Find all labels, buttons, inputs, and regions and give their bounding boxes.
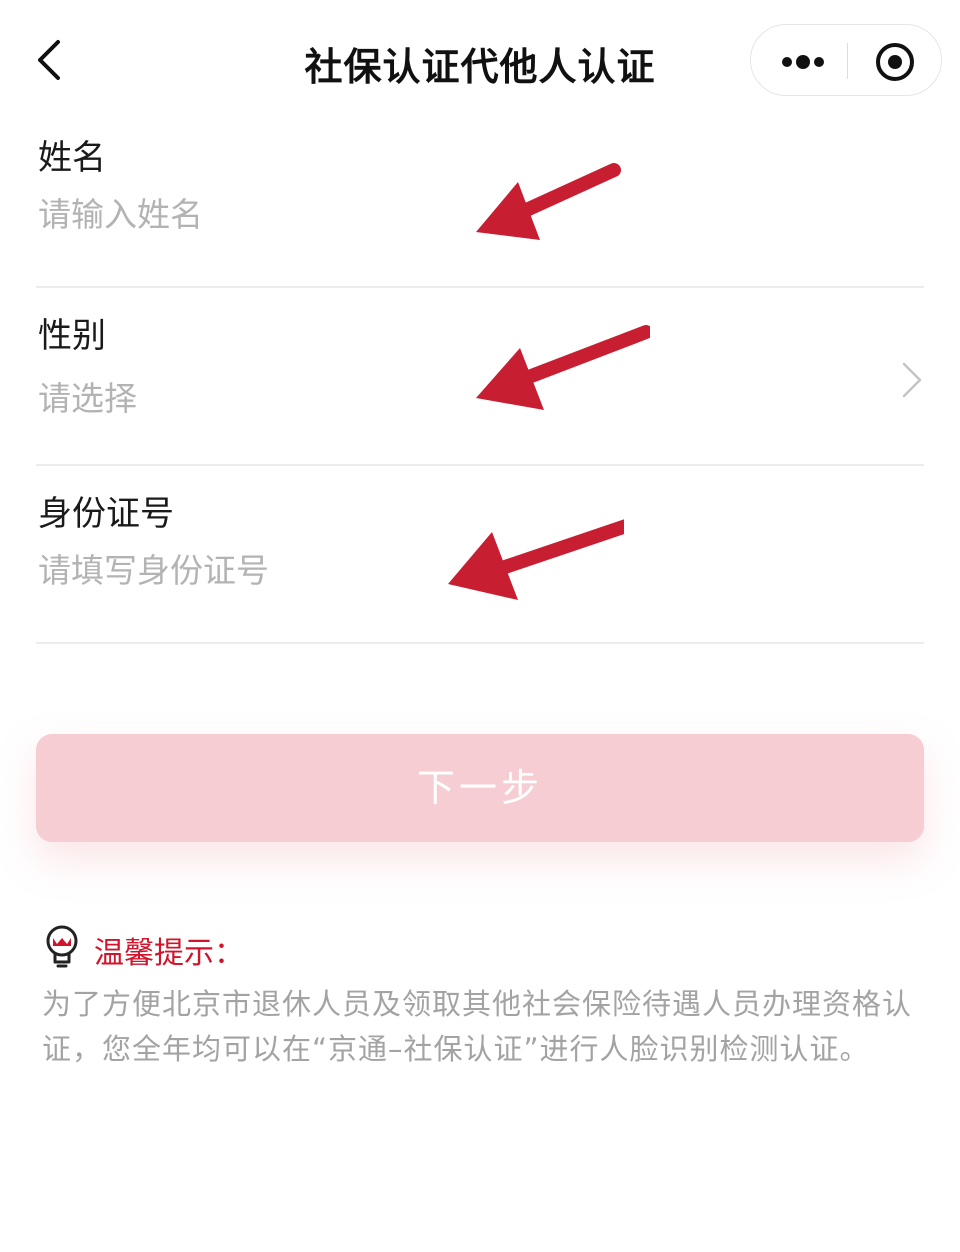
gender-field[interactable]: 性别 请选择: [36, 288, 924, 466]
close-button[interactable]: [855, 25, 935, 97]
gender-select[interactable]: 请选择: [38, 372, 137, 420]
capsule-divider: [847, 43, 848, 79]
tips-title: 温馨提示：: [94, 936, 244, 971]
name-input[interactable]: [36, 186, 860, 242]
name-label: 姓名: [38, 138, 106, 178]
id-number-label: 身份证号: [38, 494, 174, 534]
tips-text: 为了方便北京市退休人员及领取其他社会保险待遇人员办理资格认证，您全年均可以在“京…: [42, 987, 913, 1066]
more-dots-icon: [782, 55, 824, 69]
next-step-button[interactable]: 下一步: [36, 734, 924, 842]
target-close-icon: [876, 43, 914, 81]
lightbulb-icon: [46, 925, 78, 968]
more-button[interactable]: [763, 25, 843, 97]
mini-program-capsule: [750, 24, 942, 96]
chevron-right-icon: [902, 362, 922, 398]
id-number-input[interactable]: [36, 542, 860, 598]
top-bar: 社保认证代他人认证: [0, 0, 960, 120]
name-field: 姓名: [36, 110, 924, 288]
id-number-field: 身份证号: [36, 466, 924, 644]
gender-label: 性别: [38, 316, 106, 356]
